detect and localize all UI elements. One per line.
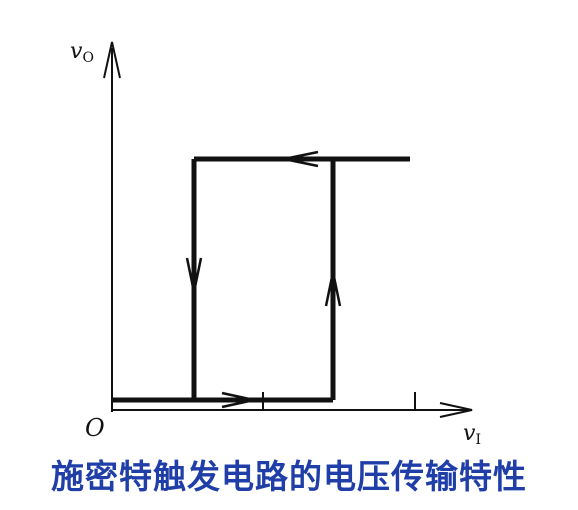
- x-axis-label: vI: [463, 421, 481, 448]
- figure-caption: 施密特触发电路的电压传输特性: [51, 457, 527, 496]
- hysteresis-diagram: vO vI O: [70, 39, 481, 448]
- y-axis-label: vO: [70, 39, 94, 66]
- origin-label: O: [85, 414, 105, 442]
- figure-canvas: vO vI O 施密特触发电路的电压传输特性: [0, 0, 578, 510]
